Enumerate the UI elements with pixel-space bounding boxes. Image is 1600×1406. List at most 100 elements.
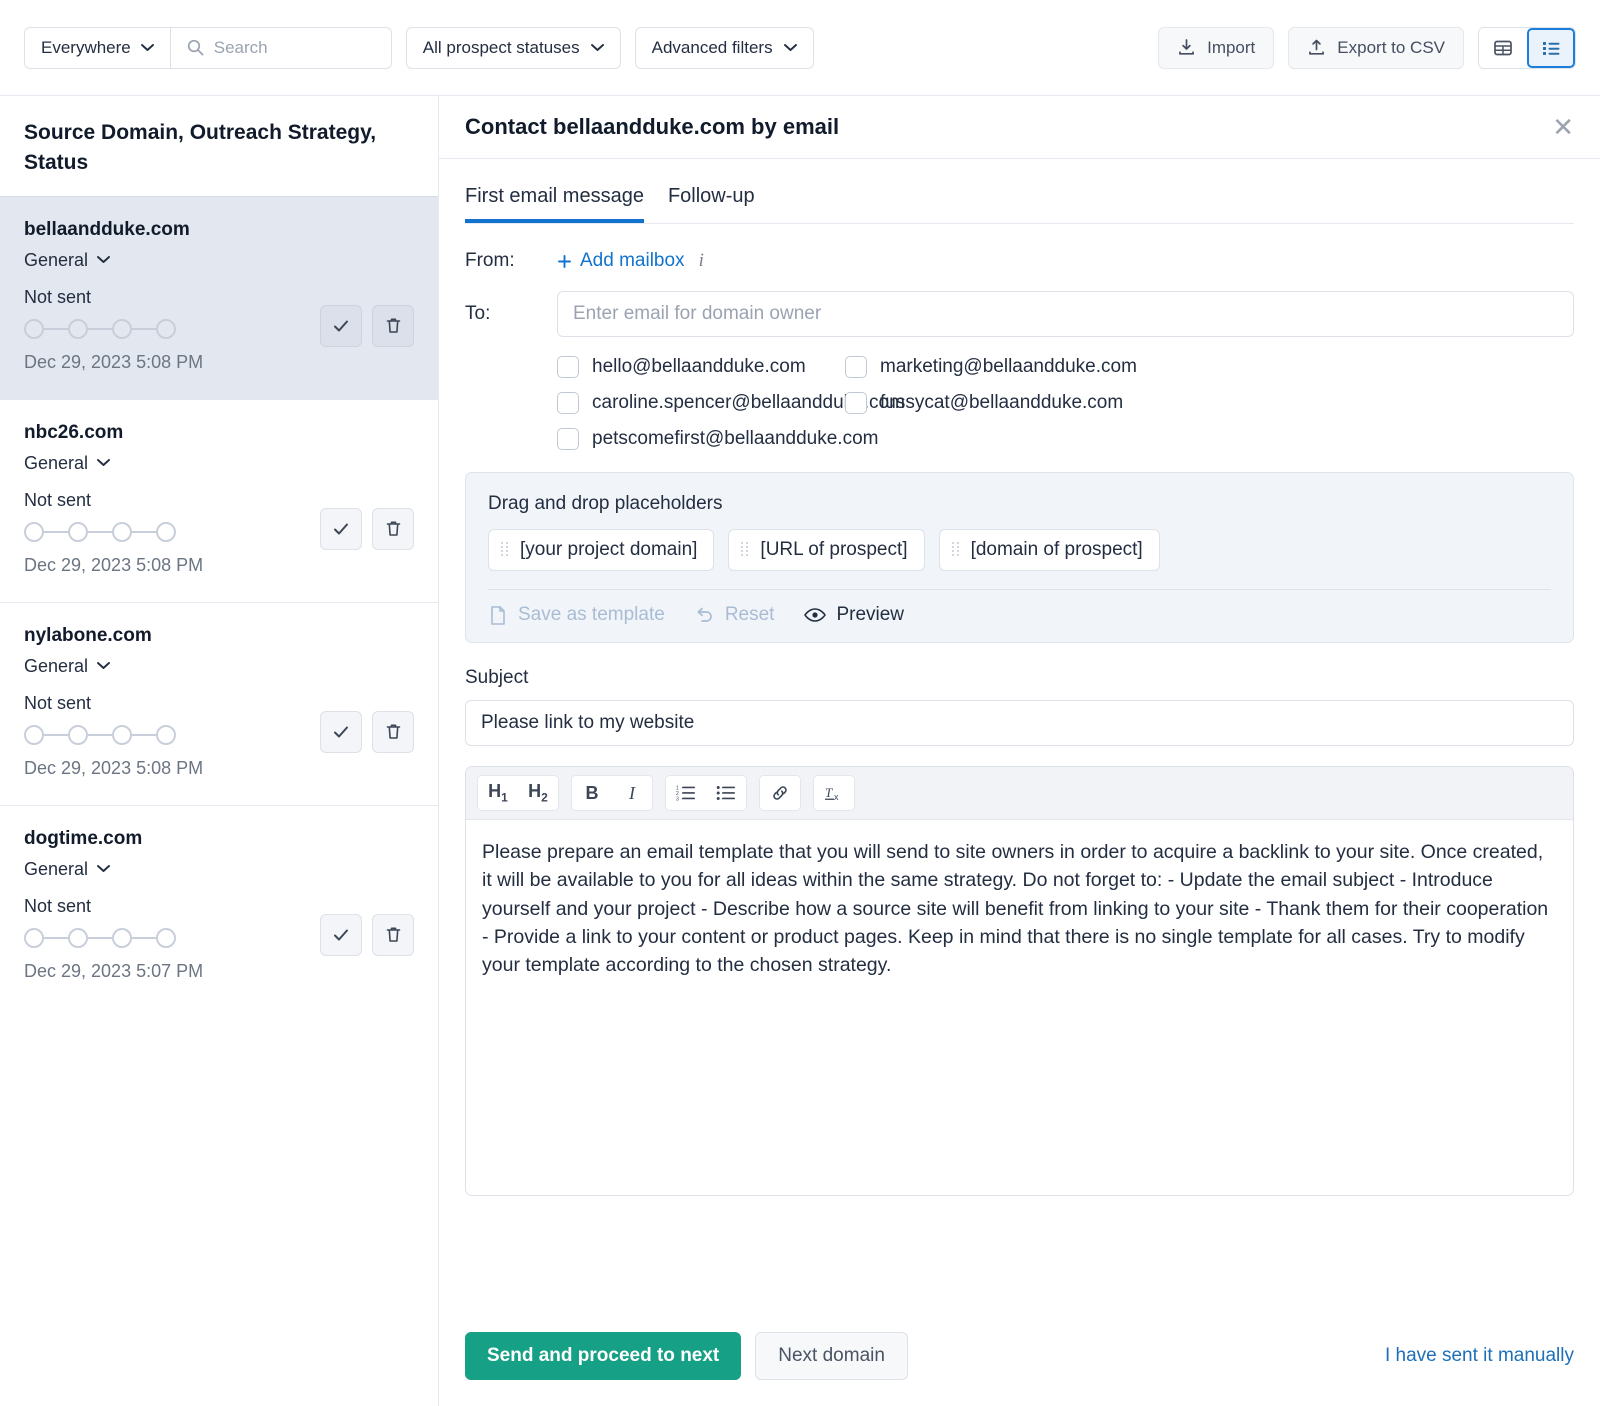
h2-icon[interactable]: H2 <box>518 776 558 810</box>
clear-formatting-icon[interactable]: T x <box>814 776 854 810</box>
close-icon[interactable]: ✕ <box>1552 114 1574 140</box>
strategy-dropdown[interactable]: General <box>24 656 414 677</box>
sent-manually-link[interactable]: I have sent it manually <box>1385 1345 1574 1367</box>
step-dot[interactable] <box>156 319 176 339</box>
scope-dropdown[interactable]: Everywhere <box>25 28 171 68</box>
bold-icon[interactable]: B <box>572 776 612 810</box>
pane-header: Contact bellaandduke.com by email ✕ <box>439 96 1600 159</box>
table-view-button[interactable] <box>1479 28 1527 68</box>
delete-button[interactable] <box>372 711 414 753</box>
email-option-caroline.spencer@bellaandduke.com[interactable]: caroline.spencer@bellaandduke.com <box>557 392 845 414</box>
email-option-hello@bellaandduke.com[interactable]: hello@bellaandduke.com <box>557 356 845 378</box>
checkbox[interactable] <box>557 392 579 414</box>
list-view-button[interactable] <box>1527 28 1575 68</box>
checkbox[interactable] <box>557 356 579 378</box>
mark-done-button[interactable] <box>320 711 362 753</box>
mark-done-button[interactable] <box>320 305 362 347</box>
row-actions <box>320 711 414 753</box>
step-dot[interactable] <box>156 522 176 542</box>
sidebar-item-bellaandduke-com[interactable]: bellaandduke.comGeneralNot sentDec 29, 2… <box>0 196 438 399</box>
step-dot[interactable] <box>112 725 132 745</box>
tab-first-email-message[interactable]: First email message <box>465 185 644 223</box>
delete-button[interactable] <box>372 305 414 347</box>
sidebar-item-dogtime-com[interactable]: dogtime.comGeneralNot sentDec 29, 2023 5… <box>0 805 438 1008</box>
send-and-proceed-button[interactable]: Send and proceed to next <box>465 1332 741 1380</box>
italic-icon[interactable]: I <box>612 776 652 810</box>
email-option-label: hello@bellaandduke.com <box>592 356 806 378</box>
checkbox[interactable] <box>845 392 867 414</box>
import-button[interactable]: Import <box>1158 27 1274 69</box>
step-connector <box>88 937 112 939</box>
delete-button[interactable] <box>372 508 414 550</box>
row-actions <box>320 914 414 956</box>
strategy-dropdown[interactable]: General <box>24 859 414 880</box>
sidebar-item-nbc26-com[interactable]: nbc26.comGeneralNot sentDec 29, 2023 5:0… <box>0 399 438 602</box>
step-dot[interactable] <box>24 928 44 948</box>
to-row: To: <box>465 291 1574 337</box>
bullet-list-icon[interactable] <box>706 776 746 810</box>
placeholder-chip[interactable]: [domain of prospect] <box>939 529 1160 571</box>
delete-button[interactable] <box>372 914 414 956</box>
info-icon[interactable]: i <box>699 250 704 272</box>
step-dot[interactable] <box>24 319 44 339</box>
step-dot[interactable] <box>68 319 88 339</box>
step-dot[interactable] <box>112 319 132 339</box>
checkbox[interactable] <box>845 356 867 378</box>
step-dot[interactable] <box>156 928 176 948</box>
sidebar-header: Source Domain, Outreach Strategy, Status <box>0 96 438 196</box>
strategy-label: General <box>24 453 88 474</box>
sidebar-item-nylabone-com[interactable]: nylabone.comGeneralNot sentDec 29, 2023 … <box>0 602 438 805</box>
tab-bar: First email message Follow-up <box>465 185 1574 224</box>
check-icon <box>331 925 351 945</box>
add-mailbox-label: Add mailbox <box>580 250 685 272</box>
view-toggle-group <box>1478 27 1576 69</box>
step-dot[interactable] <box>156 725 176 745</box>
check-icon <box>331 722 351 742</box>
save-as-template-button: Save as template <box>488 604 665 626</box>
tab-follow-up[interactable]: Follow-up <box>668 185 755 223</box>
strategy-dropdown[interactable]: General <box>24 250 414 271</box>
prospect-status-filter[interactable]: All prospect statuses <box>406 27 621 69</box>
from-label: From: <box>465 250 557 272</box>
email-option-marketing@bellaandduke.com[interactable]: marketing@bellaandduke.com <box>845 356 1137 378</box>
subject-input[interactable] <box>465 700 1574 746</box>
drag-handle-icon[interactable] <box>951 539 960 561</box>
next-domain-button[interactable]: Next domain <box>755 1332 908 1380</box>
checkbox[interactable] <box>557 428 579 450</box>
email-body-text[interactable]: Please prepare an email template that yo… <box>466 820 1573 1195</box>
step-dot[interactable] <box>24 522 44 542</box>
editor-group-headings: H1 H2 <box>477 775 559 811</box>
step-dot[interactable] <box>112 522 132 542</box>
search-icon <box>187 39 204 56</box>
step-dot[interactable] <box>68 522 88 542</box>
step-dot[interactable] <box>24 725 44 745</box>
reset-button: Reset <box>695 604 775 626</box>
page-title: Contact bellaandduke.com by email <box>465 114 839 140</box>
email-option-fussycat@bellaandduke.com[interactable]: fussycat@bellaandduke.com <box>845 392 1123 414</box>
placeholder-chip[interactable]: [URL of prospect] <box>728 529 924 571</box>
placeholder-chip[interactable]: [your project domain] <box>488 529 714 571</box>
export-csv-button[interactable]: Export to CSV <box>1288 27 1464 69</box>
drag-handle-icon[interactable] <box>740 539 749 561</box>
mark-done-button[interactable] <box>320 914 362 956</box>
strategy-label: General <box>24 656 88 677</box>
email-option-petscomefirst@bellaandduke.com[interactable]: petscomefirst@bellaandduke.com <box>557 428 845 450</box>
to-email-input[interactable] <box>557 291 1574 337</box>
step-dot[interactable] <box>68 725 88 745</box>
ordered-list-icon[interactable]: 1 2 3 <box>666 776 706 810</box>
link-icon[interactable] <box>760 776 800 810</box>
advanced-filters-dropdown[interactable]: Advanced filters <box>635 27 814 69</box>
list-view-icon <box>1540 37 1562 59</box>
preview-button[interactable]: Preview <box>804 604 904 626</box>
row-actions <box>320 305 414 347</box>
h1-icon[interactable]: H1 <box>478 776 518 810</box>
check-icon <box>331 316 351 336</box>
strategy-dropdown[interactable]: General <box>24 453 414 474</box>
add-mailbox-button[interactable]: Add mailbox i <box>557 250 704 272</box>
drag-handle-icon[interactable] <box>500 539 509 561</box>
step-dot[interactable] <box>112 928 132 948</box>
mark-done-button[interactable] <box>320 508 362 550</box>
step-dot[interactable] <box>68 928 88 948</box>
placeholder-chip-label: [your project domain] <box>520 539 697 561</box>
search-input[interactable]: Search <box>171 28 391 68</box>
